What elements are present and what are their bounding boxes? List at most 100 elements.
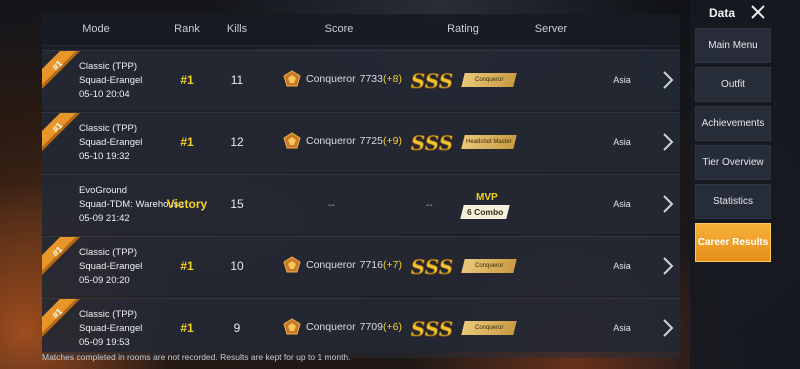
chevron-right-icon[interactable] <box>662 194 674 214</box>
svg-text:SSS: SSS <box>411 317 453 341</box>
sss-rating-icon: SSS <box>410 69 453 93</box>
score-points: 7709 <box>359 321 383 333</box>
close-icon[interactable] <box>750 4 766 20</box>
menu-item-main-menu[interactable]: Main Menu <box>695 28 771 63</box>
mode-map: Squad-Erangel <box>79 75 143 86</box>
match-rank: Victory <box>166 197 208 211</box>
match-server: Asia <box>613 199 631 209</box>
menu-title: Data <box>709 6 736 20</box>
header-rank: Rank <box>174 23 200 35</box>
match-row[interactable]: #1 Classic (TPP) Squad-Erangel 05-10 20:… <box>42 50 680 110</box>
score-tier: Conqueror <box>306 73 356 85</box>
rank-one-ribbon-icon: #1 <box>42 237 80 275</box>
rating-title-tag: Headshot Master <box>461 135 517 149</box>
match-rank: #1 <box>180 259 194 273</box>
match-row[interactable]: #1 Classic (TPP) Squad-Erangel 05-10 19:… <box>42 112 680 172</box>
match-score: Conqueror 7716 (+7) <box>282 256 402 274</box>
match-kills: 9 <box>233 321 241 335</box>
header-server: Server <box>534 23 568 35</box>
menu-item-statistics[interactable]: Statistics <box>695 184 771 219</box>
match-mode: Classic (TPP) Squad-Erangel 05-09 19:53 <box>79 308 142 350</box>
match-row[interactable]: EvoGround Squad-TDM: Warehouse 05-09 21:… <box>42 174 680 234</box>
conqueror-tier-icon <box>283 132 301 149</box>
mode-map: Squad-Erangel <box>79 137 143 148</box>
menu-item-outfit[interactable]: Outfit <box>695 67 771 102</box>
match-datetime: 05-10 20:04 <box>79 89 130 100</box>
rating-empty: -- <box>426 200 433 211</box>
match-score: Conqueror 7709 (+6) <box>282 318 402 336</box>
menu-item-achievements[interactable]: Achievements <box>695 106 771 141</box>
score-points: 7725 <box>359 135 383 147</box>
match-mode: Classic (TPP) Squad-Erangel 05-09 20:20 <box>79 246 142 288</box>
score-delta: (+7) <box>382 259 402 271</box>
svg-text:SSS: SSS <box>411 69 453 93</box>
match-kills: 15 <box>230 197 244 211</box>
rating-title-tag: Conqueror <box>461 259 517 273</box>
chevron-right-icon[interactable] <box>662 132 674 152</box>
match-score: Conqueror 7725 (+9) <box>282 132 402 150</box>
mvp-label: MVP <box>476 192 498 203</box>
score-points: 7733 <box>359 73 383 85</box>
conqueror-tier-icon <box>283 70 301 87</box>
mode-type: EvoGround <box>79 185 128 196</box>
match-datetime: 05-09 21:42 <box>79 213 130 224</box>
mode-map: Squad-Erangel <box>79 323 143 334</box>
combo-label: 6 Combo <box>466 207 504 217</box>
match-row[interactable]: #1 Classic (TPP) Squad-Erangel 05-09 20:… <box>42 236 680 296</box>
mode-type: Classic (TPP) <box>79 123 138 134</box>
rank-one-ribbon-icon: #1 <box>42 299 80 337</box>
sss-rating-icon: SSS <box>410 255 453 279</box>
match-mode: Classic (TPP) Squad-Erangel 05-10 19:32 <box>79 122 142 164</box>
match-kills: 12 <box>230 135 244 149</box>
menu-item-tier-overview[interactable]: Tier Overview <box>695 145 771 180</box>
match-rank: #1 <box>180 73 194 87</box>
header-kills: Kills <box>226 23 248 35</box>
score-tier: Conqueror <box>306 259 356 271</box>
score-delta: (+9) <box>382 135 402 147</box>
career-results-panel: Mode Rank Kills Score Rating Server #1 C… <box>42 14 680 358</box>
footer-note: Matches completed in rooms are not recor… <box>42 352 351 362</box>
rating-title: Headshot Master <box>466 139 512 145</box>
rank-one-ribbon-icon: #1 <box>42 113 80 151</box>
header-rating: Rating <box>447 23 479 35</box>
combo-tag: 6 Combo <box>460 205 510 219</box>
menu-item-career-results[interactable]: Career Results <box>695 223 771 262</box>
match-server: Asia <box>613 261 631 271</box>
match-datetime: 05-09 19:53 <box>79 337 130 348</box>
score-delta: (+8) <box>382 73 402 85</box>
svg-text:SSS: SSS <box>411 255 453 279</box>
mode-type: Classic (TPP) <box>79 309 138 320</box>
match-datetime: 05-10 19:32 <box>79 151 130 162</box>
match-server: Asia <box>613 323 631 333</box>
mode-type: Classic (TPP) <box>79 247 138 258</box>
table-header: Mode Rank Kills Score Rating Server <box>42 14 680 46</box>
chevron-right-icon[interactable] <box>662 318 674 338</box>
score-empty: -- <box>328 200 335 211</box>
conqueror-tier-icon <box>283 256 301 273</box>
rank-one-ribbon-icon: #1 <box>42 51 80 89</box>
svg-text:SSS: SSS <box>411 131 453 155</box>
score-delta: (+6) <box>382 321 402 333</box>
chevron-right-icon[interactable] <box>662 70 674 90</box>
chevron-right-icon[interactable] <box>662 256 674 276</box>
match-datetime: 05-09 20:20 <box>79 275 130 286</box>
match-rank: #1 <box>180 135 194 149</box>
menu-header: Data <box>690 0 800 28</box>
score-tier: Conqueror <box>306 135 356 147</box>
sss-rating-icon: SSS <box>410 317 453 341</box>
match-row[interactable]: #1 Classic (TPP) Squad-Erangel 05-09 19:… <box>42 298 680 358</box>
match-kills: 10 <box>230 259 244 273</box>
rating-title: Conqueror <box>474 77 504 83</box>
rating-title: Conqueror <box>474 325 504 331</box>
score-tier: Conqueror <box>306 321 356 333</box>
match-server: Asia <box>613 137 631 147</box>
rating-title-tag: Conqueror <box>461 321 517 335</box>
side-menu: Data Main Menu Outfit Achievements Tier … <box>690 0 800 369</box>
score-points: 7716 <box>359 259 383 271</box>
mode-map: Squad-Erangel <box>79 261 143 272</box>
header-mode: Mode <box>82 23 110 35</box>
conqueror-tier-icon <box>283 318 301 335</box>
header-score: Score <box>324 23 354 35</box>
match-rank: #1 <box>180 321 194 335</box>
match-score: Conqueror 7733 (+8) <box>282 70 402 88</box>
